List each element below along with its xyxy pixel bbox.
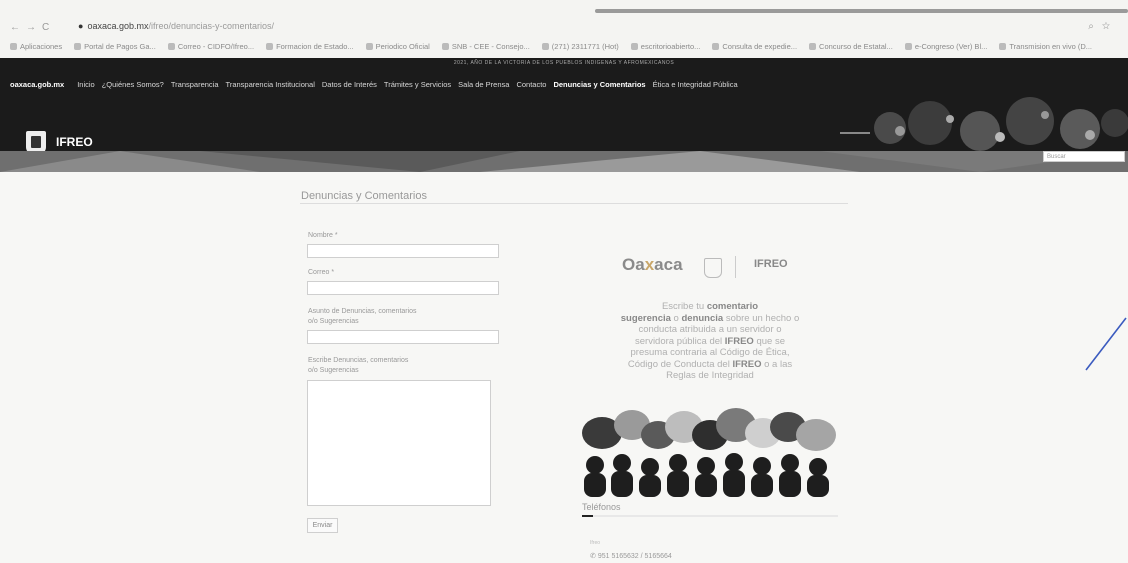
nombre-label: Nombre * <box>308 232 338 239</box>
pen-mark <box>1085 317 1127 371</box>
seal-icon <box>704 258 722 278</box>
browser-nav-buttons[interactable]: ←→C <box>10 22 55 33</box>
brand-name[interactable]: IFREO <box>56 135 93 149</box>
crowd-speech-bubbles-illustration <box>580 405 838 497</box>
url-host: oaxaca.gob.mx <box>87 21 149 31</box>
oaxaca-logo: Oaxaca <box>622 255 683 274</box>
asunto-input[interactable] <box>307 330 499 344</box>
zoom-icon[interactable]: ⌕ <box>1088 21 1102 32</box>
nav-home-site[interactable]: oaxaca.gob.mx <box>10 80 64 89</box>
nav-transparencia[interactable]: Transparencia <box>171 80 219 89</box>
escribe-label: Escribe Denuncias, comentarios o/o Suger… <box>308 357 409 374</box>
bookmark-item[interactable]: Consulta de expedie... <box>712 40 797 52</box>
nav-quienes-somos[interactable]: ¿Quiénes Somos? <box>102 80 164 89</box>
star-icon[interactable]: ☆ <box>1102 21 1118 32</box>
reload-icon[interactable]: C <box>42 22 55 33</box>
browser-chrome: ←→C ● oaxaca.gob.mx/ifreo/denuncias-y-com… <box>0 0 1128 58</box>
bookmarks-bar: Aplicaciones Portal de Pagos Ga... Corre… <box>10 40 1120 52</box>
browser-actions: ⌕☆ <box>1088 21 1118 32</box>
asunto-label: Asunto de Denuncias, comentarios o/o Sug… <box>308 308 417 325</box>
telefono-number[interactable]: ✆ 951 5165632 / 5165664 <box>590 552 672 560</box>
nav-transparencia-institucional[interactable]: Transparencia Institucional <box>226 80 315 89</box>
bookmark-item[interactable]: Periodico Oficial <box>365 40 430 52</box>
phone-icon: ✆ <box>590 553 596 560</box>
bookmark-icon <box>167 42 175 50</box>
nav-etica[interactable]: Ética e Integridad Pública <box>653 80 738 89</box>
globe-icon <box>365 42 373 50</box>
bookmark-icon <box>630 42 638 50</box>
main-nav: oaxaca.gob.mx Inicio ¿Quiénes Somos? Tra… <box>10 80 738 89</box>
bookmark-item[interactable]: Transmision en vivo (D... <box>999 40 1092 52</box>
globe-icon <box>712 42 720 50</box>
tab-strip[interactable] <box>595 9 1128 13</box>
nav-datos-interes[interactable]: Datos de Interés <box>322 80 377 89</box>
poster-ifreo-logo: IFREO <box>754 258 788 270</box>
site-header: 2021, AÑO DE LA VICTORIA DE LOS PUEBLOS … <box>0 58 1128 172</box>
nombre-input[interactable] <box>307 244 499 258</box>
globe-icon <box>541 42 549 50</box>
bookmark-item[interactable]: e-Congreso (Ver) Bl... <box>904 40 987 52</box>
bookmark-item[interactable]: Correo - CIDFO/Ifreo... <box>167 40 254 52</box>
bookmark-item[interactable]: Concurso de Estatal... <box>809 40 893 52</box>
correo-label: Correo * <box>308 269 335 276</box>
page-title: Denuncias y Comentarios <box>301 190 427 202</box>
apps-icon <box>10 42 17 50</box>
bookmark-icon <box>999 42 1007 50</box>
bookmark-item[interactable]: SNB - CEE - Consejo... <box>441 40 530 52</box>
bookmark-item[interactable]: escritorioabierto... <box>630 40 700 52</box>
bookmark-item[interactable]: Formacion de Estado... <box>266 40 354 52</box>
bookmark-icon <box>266 42 274 50</box>
header-band-graphic <box>0 151 1128 172</box>
lock-icon: ● <box>78 21 84 31</box>
bookmark-icon <box>74 42 82 50</box>
nav-sala-prensa[interactable]: Sala de Prensa <box>458 80 509 89</box>
correo-input[interactable] <box>307 281 499 295</box>
telefonos-heading: Teléfonos <box>582 502 621 512</box>
bookmark-item[interactable]: Aplicaciones <box>10 40 62 52</box>
poster-message: Escribe tu comentario sugerencia o denun… <box>620 301 800 381</box>
bookmark-item[interactable]: (271) 2311771 (Hot) <box>541 40 619 52</box>
address-bar[interactable]: ● oaxaca.gob.mx/ifreo/denuncias-y-comenta… <box>78 21 274 31</box>
telefonos-divider <box>582 515 838 517</box>
gov-slogan: 2021, AÑO DE LA VICTORIA DE LOS PUEBLOS … <box>453 60 675 66</box>
logo-separator <box>735 256 736 278</box>
bookmark-icon <box>441 42 449 50</box>
forward-icon[interactable]: → <box>26 22 42 33</box>
bookmark-icon <box>809 42 817 50</box>
bookmark-icon <box>904 42 912 50</box>
bookmark-item[interactable]: Portal de Pagos Ga... <box>74 40 156 52</box>
url-path: /ifreo/denuncias-y-comentarios/ <box>148 21 275 31</box>
nav-denuncias[interactable]: Denuncias y Comentarios <box>553 80 645 89</box>
site-search-input[interactable]: Buscar <box>1043 151 1125 162</box>
nav-tramites[interactable]: Trámites y Servicios <box>384 80 451 89</box>
comentario-textarea[interactable] <box>307 380 491 506</box>
nav-contacto[interactable]: Contacto <box>516 80 546 89</box>
telefonos-label: Ifreo <box>590 540 601 546</box>
nav-inicio[interactable]: Inicio <box>77 80 95 89</box>
back-icon[interactable]: ← <box>10 22 26 33</box>
enviar-button[interactable]: Enviar <box>307 518 338 533</box>
title-divider <box>300 203 848 204</box>
